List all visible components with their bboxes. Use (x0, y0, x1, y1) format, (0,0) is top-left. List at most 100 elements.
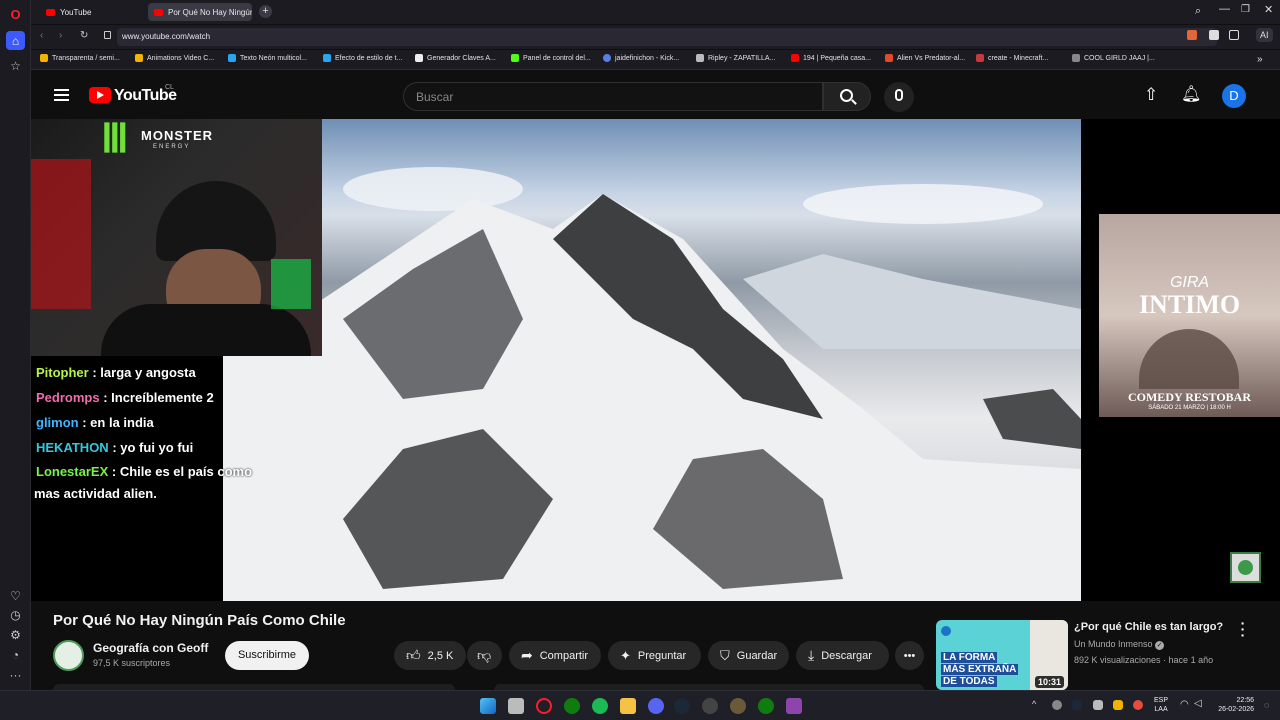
minimize-button[interactable]: — (1219, 3, 1230, 15)
tray-icon[interactable] (1133, 700, 1143, 710)
voice-search-button[interactable] (884, 82, 914, 112)
language-indicator[interactable]: ESP LAA (1154, 696, 1168, 714)
file-explorer-icon[interactable] (620, 698, 636, 714)
box-icon[interactable] (1229, 30, 1239, 40)
bookmark-item[interactable]: Ripley - ZAPATILLA... (696, 54, 775, 62)
spotify-icon[interactable] (592, 698, 608, 714)
ai-button[interactable]: AI (1256, 28, 1273, 42)
tray-icon[interactable] (1072, 700, 1082, 710)
bookmark-item[interactable]: Efecto de estilo de t... (323, 54, 402, 62)
bookmark-item[interactable]: create - Minecraft... (976, 54, 1048, 62)
xbox-app-icon[interactable] (758, 698, 774, 714)
more-icon[interactable]: ··· (6, 665, 25, 684)
notifications-bell-icon[interactable]: 🔔︎ (1181, 84, 1201, 104)
channel-watermark-icon[interactable] (1230, 552, 1261, 583)
discord-icon[interactable] (648, 698, 664, 714)
task-view-icon[interactable] (508, 698, 524, 714)
tray-icon[interactable] (1113, 700, 1123, 710)
search-button[interactable] (823, 82, 871, 111)
game-icon[interactable] (730, 698, 746, 714)
streamer-webcam: Ⅲ MONSTER ENERGY (31, 119, 322, 356)
bookmark-label: 194 | Pequeña casa... (803, 54, 871, 62)
more-actions-button[interactable]: ••• (895, 641, 924, 670)
opera-taskbar-icon[interactable] (536, 698, 552, 714)
bookmark-item[interactable]: Generador Claves A... (415, 54, 496, 62)
duration-badge: 10:31 (1034, 676, 1064, 688)
bookmark-item[interactable]: 194 | Pequeña casa... (791, 54, 871, 62)
tray-icon[interactable] (1093, 700, 1103, 710)
bookmark-item[interactable]: Animations Video C... (135, 54, 214, 62)
bookmark-item[interactable]: Alien Vs Predator-al... (885, 54, 965, 62)
bookmark-item[interactable]: jaidefinichon - Kick... (603, 54, 679, 62)
bookmark-label: Texto Neón multicol... (240, 54, 307, 62)
save-button[interactable]: ⛉ Guardar (708, 641, 789, 670)
tab-youtube[interactable]: YouTube (40, 3, 144, 21)
lang-code: ESP (1154, 697, 1169, 704)
tray-chevron-icon[interactable]: ^ (1032, 699, 1036, 709)
recommendation-title[interactable]: ¿Por qué Chile es tan largo? (1074, 621, 1223, 633)
channel-name[interactable]: Geografía con Geoff (93, 641, 208, 655)
video-frame[interactable] (223, 119, 1081, 601)
like-button[interactable]: 👍︎ 2,5 K (394, 641, 466, 670)
tips-icon[interactable]: ◔ (6, 645, 25, 664)
upload-icon[interactable]: ⇧ (1144, 85, 1158, 105)
home-icon[interactable]: ⌂ (6, 31, 25, 50)
bookmark-item[interactable]: Panel de control del... (511, 54, 591, 62)
pinboard-icon[interactable]: ☆ (6, 56, 25, 75)
xbox-icon[interactable] (564, 698, 580, 714)
opera-logo-icon[interactable]: O (6, 5, 25, 24)
extension-icon[interactable] (1187, 30, 1197, 40)
bookmark-item[interactable]: COOL GIRLD JAAJ |... (1072, 54, 1155, 62)
sidebar-toggle-icon[interactable] (1209, 30, 1219, 40)
new-tab-button[interactable]: + (259, 5, 272, 18)
close-button[interactable]: ✕ (1264, 3, 1273, 16)
steam-icon[interactable] (674, 698, 690, 714)
clock[interactable]: 22:56 26-02-2026 (1210, 696, 1254, 714)
notifications-icon[interactable]: ◌ (1264, 700, 1269, 710)
menu-icon[interactable] (54, 89, 69, 101)
settings-icon[interactable]: ⚙ (6, 625, 25, 644)
ask-label: Preguntar (637, 649, 687, 662)
ask-button[interactable]: ✦ Preguntar (608, 641, 701, 670)
back-icon[interactable]: ‹ (40, 30, 43, 41)
share-button[interactable]: ➦ Compartir (509, 641, 601, 670)
bookmark-item[interactable]: Texto Neón multicol... (228, 54, 307, 62)
start-icon[interactable] (480, 698, 496, 714)
tab-active-video[interactable]: Por Qué No Hay Ningún P (148, 3, 252, 21)
channel-avatar[interactable] (53, 640, 84, 671)
bookmark-icon: ⛉ (720, 647, 730, 663)
browser-sidebar: O ⌂ ☆ ♡ ◷ ⚙ ◔ ··· (0, 0, 31, 690)
bookmark-item[interactable]: Transparenta / semi... (40, 54, 120, 62)
video-player[interactable]: Ⅲ MONSTER ENERGY Pitopher : larga y ango… (31, 119, 1280, 601)
reload-icon[interactable]: ↻ (80, 30, 88, 41)
heart-icon[interactable]: ♡ (6, 586, 25, 605)
forward-icon[interactable]: › (59, 30, 62, 41)
history-icon[interactable]: ◷ (6, 605, 25, 624)
poster-venue: COMEDY RESTOBAR (1127, 390, 1252, 404)
chat-text: : larga y angosta (92, 365, 196, 380)
youtube-favicon-icon (154, 8, 163, 16)
bookmarks-overflow-icon[interactable]: » (1257, 54, 1263, 65)
search-placeholder: Buscar (416, 90, 454, 104)
recommendation-channel[interactable]: Un Mundo Inmenso ✓ (1074, 639, 1165, 650)
wifi-icon[interactable]: ◠ (1180, 699, 1189, 710)
download-button[interactable]: ⤓ Descargar (796, 641, 889, 670)
subscribe-button[interactable]: Suscribirme (225, 641, 309, 670)
clock-time: 22:56 (1236, 697, 1254, 704)
search-tabs-icon[interactable]: ⌕ (1195, 5, 1201, 18)
youtube-logo-icon[interactable] (89, 87, 111, 103)
search-input[interactable]: Buscar (403, 82, 823, 111)
avatar[interactable]: D (1222, 84, 1246, 108)
volume-icon[interactable]: ◁ (1194, 698, 1202, 709)
tray-icon[interactable] (1052, 700, 1062, 710)
app-icon[interactable] (702, 698, 718, 714)
avatar-letter: D (1229, 88, 1239, 103)
dislike-button[interactable]: 👎︎ (467, 641, 502, 670)
recommendation-thumbnail[interactable]: LA FORMA MÁS EXTRAÑA DE TODAS 10:31 (936, 620, 1068, 690)
download-icon: ⤓ (808, 647, 815, 663)
recommendation-menu-icon[interactable]: · · · (1240, 616, 1246, 642)
url-field[interactable]: www.youtube.com/watch (117, 28, 1217, 46)
app-icon-purple[interactable] (786, 698, 802, 714)
maximize-button[interactable]: ❐ (1241, 4, 1250, 15)
monster-brand-subtext: ENERGY (153, 144, 191, 150)
